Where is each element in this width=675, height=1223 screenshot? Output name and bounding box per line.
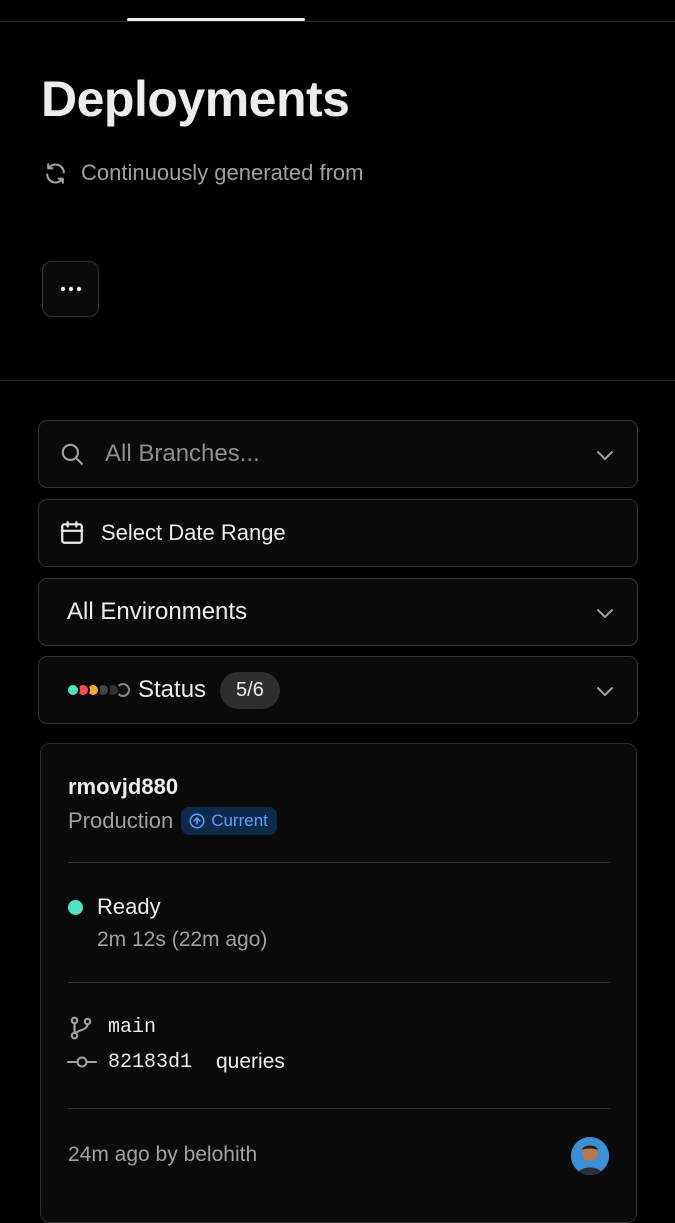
chevron-down-icon xyxy=(597,451,613,460)
status-color-dots xyxy=(66,683,130,697)
commit-hash[interactable]: 82183d1 xyxy=(108,1051,192,1074)
card-divider xyxy=(68,862,610,863)
git-branch-icon xyxy=(70,1016,92,1040)
avatar[interactable] xyxy=(571,1137,609,1175)
generation-source: Continuously generated from xyxy=(43,160,364,186)
environment-name: Production xyxy=(68,808,174,833)
deployment-status: Ready xyxy=(97,894,161,919)
status-count-badge: 5/6 xyxy=(220,671,280,709)
active-tab-indicator xyxy=(127,18,305,21)
deployment-id[interactable]: rmovjd880 xyxy=(68,774,178,800)
arrow-up-circle-icon xyxy=(189,813,205,829)
commit-message[interactable]: queries xyxy=(216,1050,285,1074)
branch-filter[interactable]: All Branches... xyxy=(38,420,638,488)
date-range-label: Select Date Range xyxy=(101,520,286,545)
more-options-button[interactable] xyxy=(42,261,99,317)
date-range-filter[interactable]: Select Date Range xyxy=(38,499,638,567)
deployment-meta: 24m ago by belohith xyxy=(68,1143,258,1166)
branch-filter-placeholder: All Branches... xyxy=(105,440,260,467)
status-indicator-dot xyxy=(68,900,83,915)
subtitle-text: Continuously generated from xyxy=(81,160,364,185)
chevron-down-icon xyxy=(597,687,613,696)
more-icon xyxy=(60,286,81,292)
current-badge: Current xyxy=(181,807,277,835)
top-tab-bar xyxy=(0,0,675,22)
sync-icon xyxy=(46,162,65,184)
card-divider xyxy=(68,982,610,983)
section-divider xyxy=(0,380,675,381)
current-badge-label: Current xyxy=(211,811,268,830)
calendar-icon xyxy=(61,521,83,544)
chevron-down-icon xyxy=(597,609,613,618)
environment-filter[interactable]: All Environments xyxy=(38,578,638,646)
deployment-card[interactable]: rmovjd880 Production Current Ready 2m 12… xyxy=(40,743,637,1223)
environment-row: Production Current xyxy=(68,807,277,835)
status-filter-label: Status xyxy=(138,676,207,703)
page-title: Deployments xyxy=(41,71,350,127)
card-divider xyxy=(68,1108,610,1109)
deployment-duration: 2m 12s (22m ago) xyxy=(97,928,268,951)
search-icon xyxy=(61,443,83,465)
status-filter[interactable]: Status 5/6 xyxy=(38,656,638,724)
git-commit-icon xyxy=(67,1056,97,1068)
environment-filter-label: All Environments xyxy=(67,598,248,625)
branch-name[interactable]: main xyxy=(108,1016,156,1039)
status-color-dot xyxy=(66,683,80,697)
